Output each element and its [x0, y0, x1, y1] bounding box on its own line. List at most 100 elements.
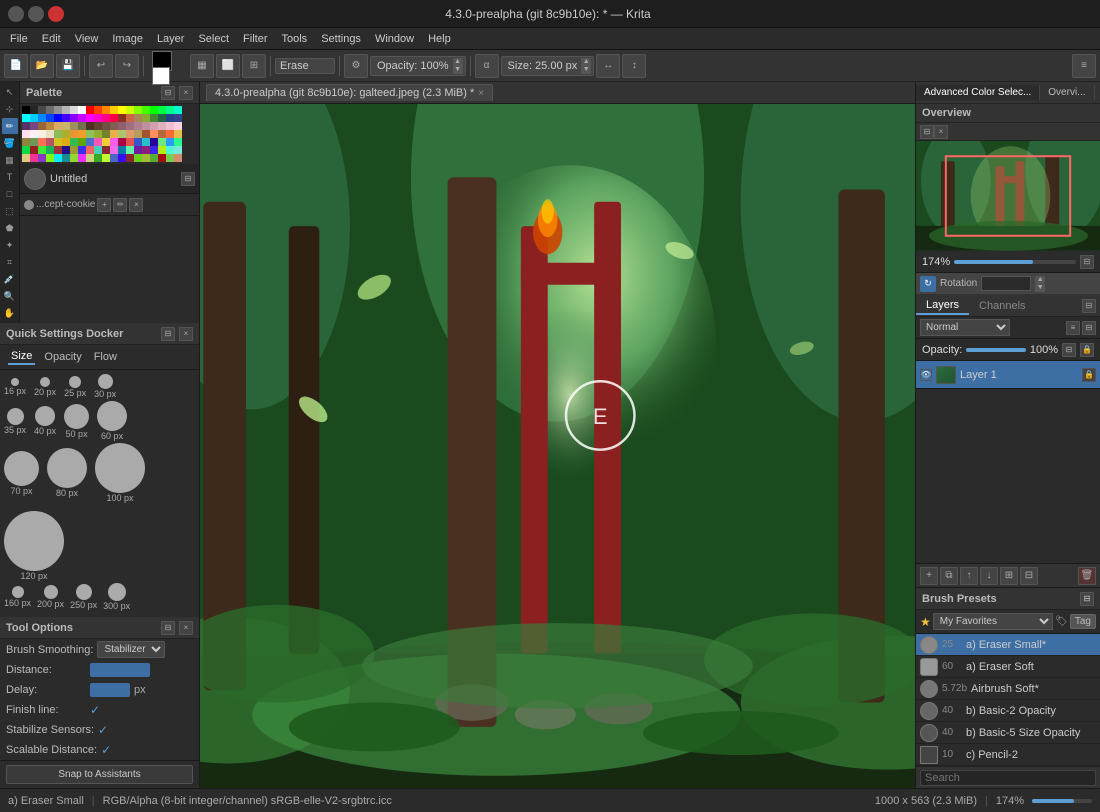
palette-cell[interactable]	[166, 130, 174, 138]
palette-cell[interactable]	[30, 114, 38, 122]
tool-shape[interactable]: □	[2, 186, 18, 202]
palette-cell[interactable]	[158, 122, 166, 130]
size-item-40[interactable]: 40 px	[34, 406, 56, 436]
stabilize-sensors-check[interactable]: ✓	[98, 723, 108, 737]
palette-cell[interactable]	[174, 106, 182, 114]
add-preset-button[interactable]: +	[97, 198, 111, 212]
tab-overview[interactable]: Overvi...	[1040, 85, 1094, 100]
size-item-250[interactable]: 250 px	[70, 584, 97, 610]
size-spinner[interactable]: Size: 25.00 px ▲ ▼	[501, 56, 595, 76]
palette-cell[interactable]	[166, 146, 174, 154]
delete-preset-button[interactable]: ×	[129, 198, 143, 212]
palette-cell[interactable]	[174, 154, 182, 162]
palette-cell[interactable]	[78, 122, 86, 130]
palette-cell[interactable]	[78, 106, 86, 114]
tool-crop[interactable]: ⌗	[2, 254, 18, 270]
ov-float-button[interactable]: ⊟	[920, 125, 934, 139]
palette-cell[interactable]	[134, 138, 142, 146]
palette-cell[interactable]	[150, 154, 158, 162]
menu-layer[interactable]: Layer	[151, 31, 191, 47]
palette-cell[interactable]	[54, 122, 62, 130]
layer-lock-1[interactable]: 🔒	[1082, 368, 1096, 382]
tab-advanced-color[interactable]: Advanced Color Selec...	[916, 85, 1040, 100]
move-layer-down[interactable]: ↓	[980, 567, 998, 585]
open-button[interactable]: 📂	[30, 54, 54, 78]
palette-cell[interactable]	[86, 122, 94, 130]
palette-cell[interactable]	[174, 130, 182, 138]
menu-file[interactable]: File	[4, 31, 34, 47]
palette-cell[interactable]	[126, 114, 134, 122]
palette-cell[interactable]	[70, 146, 78, 154]
mirror-v-button[interactable]: ↕	[622, 54, 646, 78]
tab-size[interactable]: Size	[8, 349, 35, 365]
minimize-button[interactable]	[8, 6, 24, 22]
palette-cell[interactable]	[110, 130, 118, 138]
palette-cell[interactable]	[150, 114, 158, 122]
bp-item-2[interactable]: 5.72b Airbrush Soft*	[916, 678, 1100, 700]
palette-cell[interactable]	[86, 114, 94, 122]
pattern-button[interactable]: ▦	[190, 54, 214, 78]
layer-float-button[interactable]: ⊟	[1082, 321, 1096, 335]
size-item-120[interactable]: 120 px	[4, 511, 64, 581]
palette-cell[interactable]	[70, 154, 78, 162]
palette-cell[interactable]	[142, 130, 150, 138]
palette-cell[interactable]	[142, 138, 150, 146]
qs-close-button[interactable]: ×	[179, 327, 193, 341]
palette-cell[interactable]	[46, 146, 54, 154]
palette-cell[interactable]	[134, 106, 142, 114]
size-item-160[interactable]: 160 px	[4, 586, 31, 608]
palette-cell[interactable]	[22, 106, 30, 114]
bp-item-0[interactable]: 25 a) Eraser Small*	[916, 634, 1100, 656]
brush-settings-button[interactable]: ⚙	[344, 54, 368, 78]
palette-cell[interactable]	[110, 154, 118, 162]
menu-button[interactable]: ≡	[1072, 54, 1096, 78]
palette-cell[interactable]	[38, 114, 46, 122]
size-down[interactable]: ▼	[581, 66, 591, 74]
palette-cell[interactable]	[70, 114, 78, 122]
palette-close-button[interactable]: ×	[179, 86, 193, 100]
palette-cell[interactable]	[102, 122, 110, 130]
palette-cell[interactable]	[62, 154, 70, 162]
move-layer-up[interactable]: ↑	[960, 567, 978, 585]
tool-select-magic[interactable]: ✦	[2, 237, 18, 253]
palette-cell[interactable]	[78, 130, 86, 138]
tool-gradient[interactable]: ▦	[2, 152, 18, 168]
flatten-layer-button[interactable]: ⊟	[1020, 567, 1038, 585]
opacity-lock[interactable]: 🔒	[1080, 343, 1094, 357]
palette-cell[interactable]	[54, 154, 62, 162]
palette-cell[interactable]	[38, 130, 46, 138]
menu-edit[interactable]: Edit	[36, 31, 67, 47]
palette-cell[interactable]	[30, 130, 38, 138]
menu-settings[interactable]: Settings	[315, 31, 367, 47]
palette-cell[interactable]	[30, 106, 38, 114]
palette-cell[interactable]	[174, 122, 182, 130]
palette-cell[interactable]	[134, 130, 142, 138]
palette-cell[interactable]	[118, 130, 126, 138]
sb-zoom-slider[interactable]	[1032, 799, 1092, 803]
qs-float-button[interactable]: ⊟	[161, 327, 175, 341]
palette-cell[interactable]	[38, 106, 46, 114]
palette-cell[interactable]	[174, 138, 182, 146]
palette-cell[interactable]	[62, 114, 70, 122]
palette-cell[interactable]	[46, 114, 54, 122]
palette-cell[interactable]	[62, 106, 70, 114]
palette-cell[interactable]	[78, 138, 86, 146]
size-item-30[interactable]: 30 px	[94, 374, 116, 399]
palette-cell[interactable]	[30, 154, 38, 162]
palette-cell[interactable]	[150, 106, 158, 114]
palette-cell[interactable]	[166, 106, 174, 114]
new-button[interactable]: 📄	[4, 54, 28, 78]
size-item-80[interactable]: 80 px	[47, 448, 87, 498]
palette-cell[interactable]	[110, 114, 118, 122]
palette-cell[interactable]	[46, 138, 54, 146]
brush-preset-button[interactable]: ⬜	[216, 54, 240, 78]
bp-item-1[interactable]: 60 a) Eraser Soft	[916, 656, 1100, 678]
palette-cell[interactable]	[150, 130, 158, 138]
palette-cell[interactable]	[54, 130, 62, 138]
palette-cell[interactable]	[38, 154, 46, 162]
palette-cell[interactable]	[110, 146, 118, 154]
rotation-down[interactable]: ▼	[1035, 284, 1045, 292]
scalable-distance-check[interactable]: ✓	[101, 743, 111, 757]
palette-cell[interactable]	[86, 106, 94, 114]
palette-cell[interactable]	[54, 146, 62, 154]
